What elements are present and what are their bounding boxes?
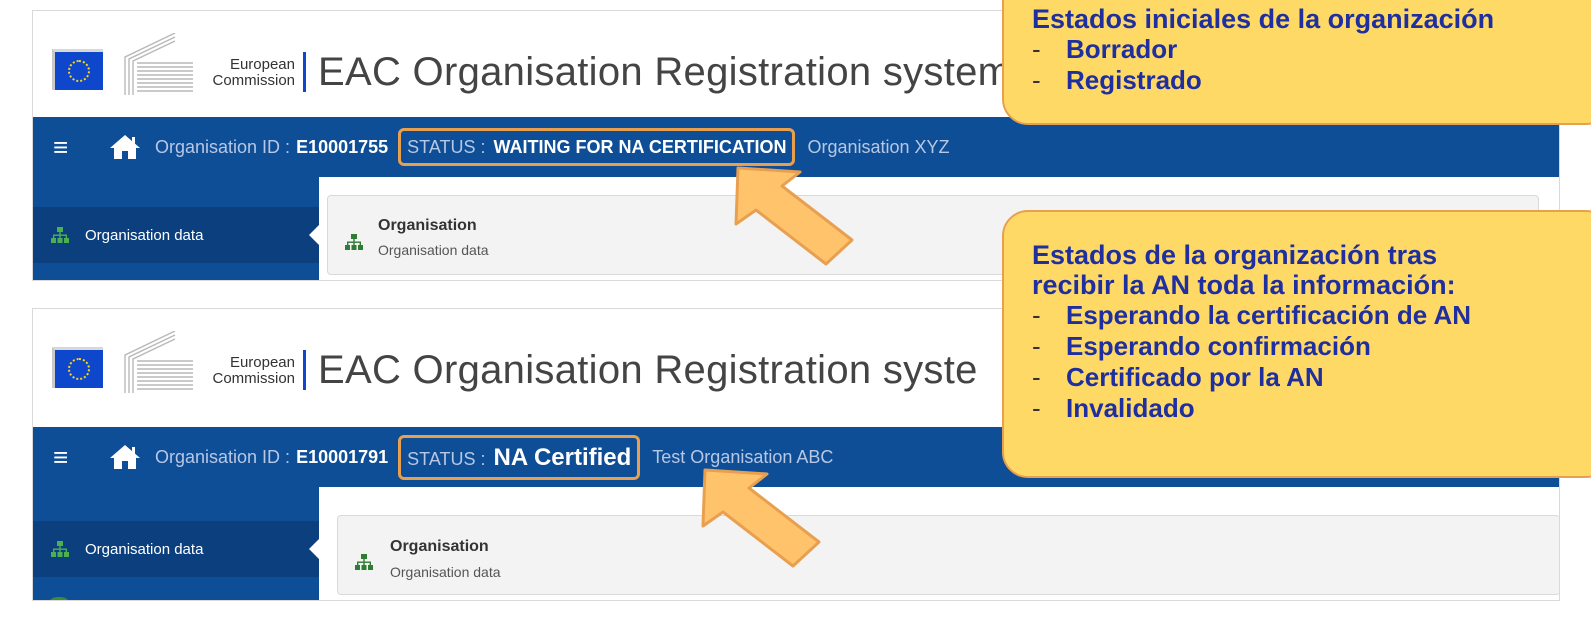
org-id-label: Organisation ID :	[155, 136, 291, 157]
title-separator	[303, 350, 306, 390]
arrow-pointer-icon	[701, 468, 821, 568]
sidebar-item-partial[interactable]	[33, 583, 319, 600]
arrow-pointer-icon	[734, 166, 854, 266]
hamburger-menu-icon[interactable]: ≡	[53, 134, 79, 160]
list-item: - Esperando confirmación	[1032, 331, 1371, 361]
ec-line2: Commission	[212, 72, 295, 89]
sidebar: Organisation data	[33, 487, 319, 600]
panel-title: Organisation	[378, 217, 477, 234]
sitemap-icon	[355, 554, 373, 570]
callout-heading: Estados iniciales de la organización	[1032, 4, 1495, 34]
sitemap-icon	[345, 234, 363, 250]
sidebar-item-label: Organisation data	[85, 540, 204, 558]
organisation-panel[interactable]: Organisation Organisation data	[337, 515, 1559, 595]
commission-building-icon	[124, 33, 193, 95]
list-item: - Borrador	[1032, 34, 1178, 64]
list-item: - Esperando la certificación de AN	[1032, 300, 1472, 330]
panel-subtitle: Organisation data	[378, 242, 489, 258]
list-item: - Certificado por la AN	[1032, 362, 1324, 392]
sitemap-icon	[51, 541, 69, 557]
org-id-value: E10001755	[296, 136, 389, 157]
status-highlight: STATUS : NA Certified	[398, 434, 641, 480]
commission-building-icon	[124, 331, 193, 393]
org-id-label: Organisation ID :	[155, 446, 291, 467]
status-value: WAITING FOR NA CERTIFICATION	[493, 137, 787, 157]
sidebar: Organisation data	[33, 177, 319, 280]
callout-heading-line2: recibir la AN toda la información:	[1032, 270, 1456, 300]
callout-initial-states: Estados iniciales de la organización - Bo…	[1002, 0, 1591, 125]
org-name: Organisation XYZ	[807, 136, 950, 157]
commission-wordmark: European Commission	[183, 57, 295, 89]
sidebar-item-organisation-data[interactable]: Organisation data	[33, 207, 319, 263]
title-separator	[303, 52, 306, 92]
home-icon[interactable]	[109, 444, 141, 470]
eu-flag-icon	[52, 347, 103, 388]
active-indicator	[309, 539, 319, 559]
org-id-value: E10001791	[296, 446, 389, 467]
sidebar-item-label: Organisation data	[85, 226, 204, 244]
status-label: STATUS :	[407, 137, 486, 157]
hamburger-menu-icon[interactable]: ≡	[53, 444, 79, 470]
callout-list: - Esperando la certificación de AN - Esper…	[1032, 300, 1591, 424]
app-title: EAC Organisation Registration system	[318, 50, 1012, 94]
home-icon[interactable]	[109, 134, 141, 160]
app-title: EAC Organisation Registration syste	[318, 348, 978, 392]
ec-line1: European	[229, 56, 295, 73]
ec-line2: Commission	[212, 370, 295, 387]
callout-heading-line1: Estados de la organización tras	[1032, 240, 1438, 270]
eu-flag-icon	[52, 49, 103, 90]
panel-title: Organisation	[390, 538, 489, 555]
list-item: - Invalidado	[1032, 393, 1195, 423]
callout-later-states: Estados de la organización tras recibir …	[1002, 210, 1591, 478]
sidebar-item-organisation-data[interactable]: Organisation data	[33, 521, 319, 577]
panel-subtitle: Organisation data	[390, 564, 501, 580]
active-indicator	[309, 225, 319, 245]
commission-wordmark: European Commission	[183, 355, 295, 387]
list-item: - Registrado	[1032, 65, 1202, 95]
status-value: NA Certified	[493, 443, 632, 471]
building-icon	[47, 597, 71, 600]
status-label: STATUS :	[407, 448, 486, 469]
ec-line1: European	[229, 354, 295, 371]
callout-list: - Borrador - Registrado	[1032, 34, 1591, 96]
sitemap-icon	[51, 227, 69, 243]
